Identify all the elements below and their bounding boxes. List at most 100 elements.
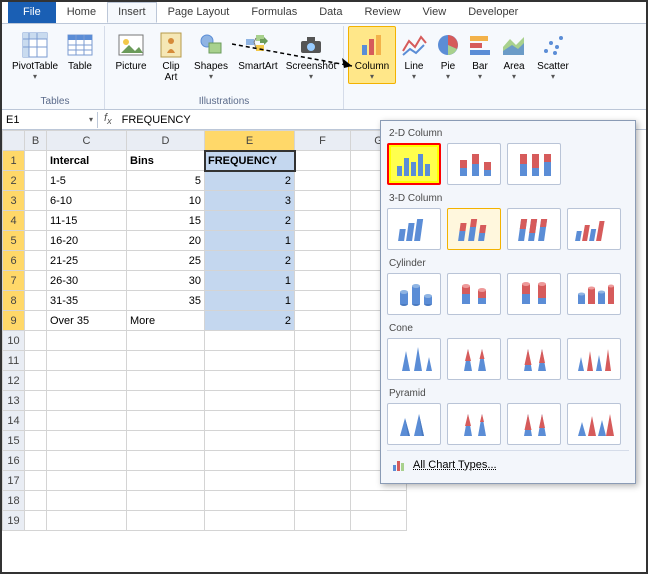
cell-F7[interactable] xyxy=(295,271,351,291)
shapes-button[interactable]: Shapes ▾ xyxy=(189,26,233,84)
row-header-19[interactable]: 19 xyxy=(3,511,25,531)
cell-D11[interactable] xyxy=(127,351,205,371)
scatter-chart-button[interactable]: Scatter ▾ xyxy=(532,26,574,84)
cell-D12[interactable] xyxy=(127,371,205,391)
cell-C19[interactable] xyxy=(47,511,127,531)
cell-C3[interactable]: 6-10 xyxy=(47,191,127,211)
cell-E9[interactable]: 2 xyxy=(205,311,295,331)
clustered-cone[interactable] xyxy=(387,338,441,380)
cell-C11[interactable] xyxy=(47,351,127,371)
cone-3d[interactable] xyxy=(567,338,621,380)
clustered-pyramid[interactable] xyxy=(387,403,441,445)
row-header-4[interactable]: 4 xyxy=(3,211,25,231)
cell-D13[interactable] xyxy=(127,391,205,411)
cell-F2[interactable] xyxy=(295,171,351,191)
cell-F11[interactable] xyxy=(295,351,351,371)
cell-G18[interactable] xyxy=(351,491,407,511)
cell-F16[interactable] xyxy=(295,451,351,471)
name-box[interactable]: E1 ▾ xyxy=(2,112,98,128)
cell-F15[interactable] xyxy=(295,431,351,451)
stacked100-column-3d[interactable] xyxy=(507,208,561,250)
cell-C6[interactable]: 21-25 xyxy=(47,251,127,271)
cell-F13[interactable] xyxy=(295,391,351,411)
cell-F9[interactable] xyxy=(295,311,351,331)
cell-C16[interactable] xyxy=(47,451,127,471)
cell-D14[interactable] xyxy=(127,411,205,431)
cell-E2[interactable]: 2 xyxy=(205,171,295,191)
cell-D3[interactable]: 10 xyxy=(127,191,205,211)
cell-F8[interactable] xyxy=(295,291,351,311)
cell-D6[interactable]: 25 xyxy=(127,251,205,271)
cell-C13[interactable] xyxy=(47,391,127,411)
tab-view[interactable]: View xyxy=(412,2,458,23)
col-header-B[interactable]: B xyxy=(25,131,47,151)
cell-B5[interactable] xyxy=(25,231,47,251)
cell-F5[interactable] xyxy=(295,231,351,251)
cell-F17[interactable] xyxy=(295,471,351,491)
col-header-F[interactable]: F xyxy=(295,131,351,151)
tab-home[interactable]: Home xyxy=(56,2,107,23)
cell-B8[interactable] xyxy=(25,291,47,311)
cell-E12[interactable] xyxy=(205,371,295,391)
row-header-5[interactable]: 5 xyxy=(3,231,25,251)
clustered-column-3d[interactable] xyxy=(387,208,441,250)
cell-B11[interactable] xyxy=(25,351,47,371)
cell-B7[interactable] xyxy=(25,271,47,291)
stacked100-column-2d[interactable] xyxy=(507,143,561,185)
cell-E18[interactable] xyxy=(205,491,295,511)
row-header-12[interactable]: 12 xyxy=(3,371,25,391)
cell-E15[interactable] xyxy=(205,431,295,451)
stacked-cone[interactable] xyxy=(447,338,501,380)
cell-D4[interactable]: 15 xyxy=(127,211,205,231)
cell-C5[interactable]: 16-20 xyxy=(47,231,127,251)
cell-B1[interactable] xyxy=(25,151,47,171)
cell-E1[interactable]: FREQUENCY xyxy=(205,151,295,171)
pie-chart-button[interactable]: Pie ▾ xyxy=(432,26,464,84)
stacked-column-2d[interactable] xyxy=(447,143,501,185)
cell-B2[interactable] xyxy=(25,171,47,191)
cell-C8[interactable]: 31-35 xyxy=(47,291,127,311)
col-header-C[interactable]: C xyxy=(47,131,127,151)
cell-D7[interactable]: 30 xyxy=(127,271,205,291)
cell-C2[interactable]: 1-5 xyxy=(47,171,127,191)
cell-D1[interactable]: Bins xyxy=(127,151,205,171)
tab-review[interactable]: Review xyxy=(353,2,411,23)
row-header-11[interactable]: 11 xyxy=(3,351,25,371)
cell-C4[interactable]: 11-15 xyxy=(47,211,127,231)
picture-button[interactable]: Picture xyxy=(109,26,153,75)
cell-F12[interactable] xyxy=(295,371,351,391)
cell-E16[interactable] xyxy=(205,451,295,471)
cell-E10[interactable] xyxy=(205,331,295,351)
cell-B18[interactable] xyxy=(25,491,47,511)
cell-B3[interactable] xyxy=(25,191,47,211)
tab-formulas[interactable]: Formulas xyxy=(240,2,308,23)
tab-developer[interactable]: Developer xyxy=(457,2,529,23)
cell-D16[interactable] xyxy=(127,451,205,471)
column-chart-button[interactable]: Column ▾ xyxy=(348,26,396,84)
cell-D15[interactable] xyxy=(127,431,205,451)
cell-D2[interactable]: 5 xyxy=(127,171,205,191)
cell-C14[interactable] xyxy=(47,411,127,431)
clipart-button[interactable]: Clip Art xyxy=(153,26,189,86)
tab-file[interactable]: File xyxy=(8,2,56,23)
stacked-pyramid[interactable] xyxy=(447,403,501,445)
cylinder-3d[interactable] xyxy=(567,273,621,315)
bar-chart-button[interactable]: Bar ▾ xyxy=(464,26,496,84)
cell-B16[interactable] xyxy=(25,451,47,471)
cell-D17[interactable] xyxy=(127,471,205,491)
row-header-7[interactable]: 7 xyxy=(3,271,25,291)
cell-D18[interactable] xyxy=(127,491,205,511)
cell-E7[interactable]: 1 xyxy=(205,271,295,291)
cell-F14[interactable] xyxy=(295,411,351,431)
clustered-column-2d[interactable] xyxy=(387,143,441,185)
row-header-1[interactable]: 1 xyxy=(3,151,25,171)
cell-B4[interactable] xyxy=(25,211,47,231)
col-header-E[interactable]: E xyxy=(205,131,295,151)
cell-G19[interactable] xyxy=(351,511,407,531)
cell-E14[interactable] xyxy=(205,411,295,431)
clustered-cylinder[interactable] xyxy=(387,273,441,315)
cell-D8[interactable]: 35 xyxy=(127,291,205,311)
stacked-cylinder[interactable] xyxy=(447,273,501,315)
stacked-column-3d[interactable] xyxy=(447,208,501,250)
area-chart-button[interactable]: Area ▾ xyxy=(496,26,532,84)
